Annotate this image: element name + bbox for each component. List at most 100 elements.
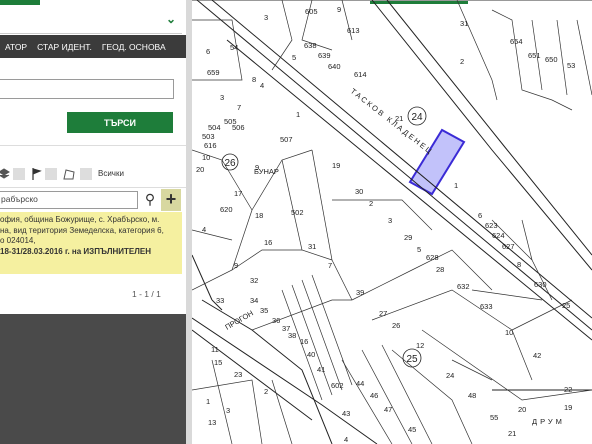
layers-icon[interactable] [0,168,10,180]
parcel-number: 15 [214,358,222,367]
sector-number: 25 [406,354,418,365]
parcel-number: 628 [426,253,439,262]
parcel-number: 639 [318,51,331,60]
parcel-number: 26 [392,321,400,330]
search-input[interactable] [0,79,174,99]
side-panel: ⌄ АТОР СТАР ИДЕНТ. ГЕОД. ОСНОВА ТЪРСИ Вс… [0,0,186,444]
parcel-labels: 605 9 613 31 654 6 3 638 639 640 614 651… [196,5,575,444]
cadastral-map[interactable]: 24 26 25 ТАСКОВ КЛАДЕНЕЦ БУНАР ПРОГОН ДР… [192,0,592,444]
parcel-number: 2 [264,387,268,396]
search-icon[interactable]: ⚲ [142,191,158,209]
parcel-number: 44 [356,379,364,388]
add-icon[interactable]: + [161,189,181,211]
parcel-number: 6 [206,47,210,56]
parcel-number: 504 [208,123,221,132]
parcel-number: 43 [342,409,350,418]
parcel-number: 16 [300,337,308,346]
parcel-number: 633 [480,302,493,311]
filter-all-label[interactable]: Всички [98,169,124,178]
parcel-number: 54 [230,43,238,52]
result-line: на, вид територия Земеделска, категория … [0,225,164,235]
divider [0,145,186,146]
parcel-number: 31 [460,19,468,28]
active-tab-indicator [0,0,40,5]
parcel-number: 40 [307,350,315,359]
parcel-number: 20 [518,405,526,414]
parcel-number: 39 [356,288,364,297]
parcel-number: 630 [534,280,547,289]
parcel-number: 5 [292,53,296,62]
map-border [192,0,592,1]
parcel-number: 4 [260,81,264,90]
parcel-number: 3 [226,406,230,415]
parcel-number: 9 [234,261,238,270]
layer-dropdown[interactable]: ⌄ [0,6,182,34]
parcel-number: 9 [255,163,259,172]
parcel-number: 1 [206,397,210,406]
parcel-number: 30 [355,187,363,196]
parcel-number: 507 [280,135,293,144]
parcel-number: 55 [490,413,498,422]
parcel-number: 10 [505,328,513,337]
sector-number: 24 [411,112,423,123]
parcel-number: 19 [564,403,572,412]
parcel-number: 8 [252,75,256,84]
street-label: ДРУМ [532,417,565,426]
result-item[interactable]: офия, община Божурище, с. Храбърско, м. … [0,212,182,274]
parcel-number: 21 [508,429,516,438]
tab-identifier[interactable]: АТОР [0,42,32,52]
filter-box[interactable] [45,168,57,180]
filter-box[interactable] [13,168,25,180]
result-filter-input[interactable]: рабърско [0,191,138,209]
parcel-number: 605 [305,7,318,16]
parcel-number: 503 [202,132,215,141]
parcel-number: 34 [250,296,258,305]
chevron-down-icon[interactable]: ⌄ [166,12,176,26]
parcel-number: 3 [220,93,224,102]
parcel-number: 506 [232,123,245,132]
result-line: офия, община Божурище, с. Храбърско, м. [0,215,160,224]
parcel-number: 9 [337,5,341,14]
parcel-number: 602 [331,381,344,390]
flag-icon[interactable] [30,167,42,181]
parcel-number: 22 [564,385,572,394]
parcel-number: 632 [457,282,470,291]
parcel-number: 18 [255,211,263,220]
parcel-number: 38 [288,331,296,340]
parcel-number: 33 [216,296,224,305]
parcel-number: 19 [332,161,340,170]
polygon-icon[interactable] [62,168,76,180]
divider [0,187,186,188]
parcel-number: 24 [446,371,454,380]
parcel-number: 654 [510,37,523,46]
street-label: ПРОГОН [224,308,255,331]
parcel-number: 614 [354,70,367,79]
tab-old-identifier[interactable]: СТАР ИДЕНТ. [32,42,97,52]
parcel-number: 16 [264,238,272,247]
parcel-number: 616 [204,141,217,150]
search-button[interactable]: ТЪРСИ [67,112,173,133]
parcel-number: 651 [528,51,541,60]
parcel-number: 4 [202,225,206,234]
parcel-number: 613 [347,26,360,35]
parcel-number: 638 [304,41,317,50]
filter-box[interactable] [80,168,92,180]
parcel-number: 35 [260,306,268,315]
parcel-number: 41 [317,365,325,374]
parcel-number: 6 [478,211,482,220]
parcel-number: 4 [344,435,348,444]
parcel-number: 650 [545,55,558,64]
parcel-number: 32 [250,276,258,285]
result-line: о 024014, [0,236,36,245]
parcel-number: 502 [291,208,304,217]
parcel-number: 627 [502,242,515,251]
parcel-number: 10 [202,153,210,162]
parcel-number: 13 [208,418,216,427]
parcel-number: 21 [395,114,403,123]
parcel-number: 12 [416,341,424,350]
panel-content: ⌄ АТОР СТАР ИДЕНТ. ГЕОД. ОСНОВА ТЪРСИ Вс… [0,0,186,314]
parcel-number: 7 [237,103,241,112]
tab-geodetic-basis[interactable]: ГЕОД. ОСНОВА [97,42,171,52]
parcel-number: 3 [264,13,268,22]
parcel-number: 620 [220,205,233,214]
